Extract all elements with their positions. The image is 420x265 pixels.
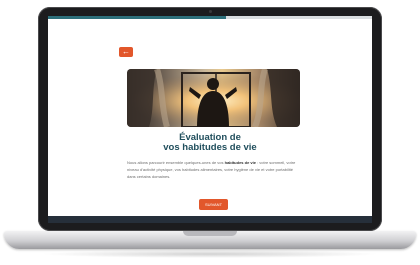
back-button[interactable]: ← bbox=[119, 47, 133, 57]
page-title-line-2: vos habitudes de vie bbox=[163, 142, 257, 153]
progress-fill bbox=[48, 16, 227, 19]
camera-icon bbox=[208, 10, 212, 13]
laptop-mockup: ← Évaluation de vos habitudes de vie Nou… bbox=[0, 0, 420, 265]
laptop-base bbox=[4, 231, 416, 249]
laptop-shadow bbox=[40, 250, 380, 258]
window-silhouette-image bbox=[127, 69, 300, 127]
intro-text-start: Nous allons parcourir ensemble quelques-… bbox=[127, 160, 225, 165]
app-screen: ← Évaluation de vos habitudes de vie Nou… bbox=[48, 16, 372, 223]
progress-bar bbox=[48, 16, 372, 19]
screen-footer-bar bbox=[48, 216, 372, 223]
hero-image bbox=[127, 69, 300, 127]
intro-text-highlight: habitudes de vie bbox=[224, 160, 256, 165]
arrow-left-icon: ← bbox=[122, 47, 130, 56]
intro-paragraph: Nous allons parcourir ensemble quelques-… bbox=[127, 159, 300, 180]
laptop-bezel: ← Évaluation de vos habitudes de vie Nou… bbox=[38, 7, 382, 231]
page-title: Évaluation de vos habitudes de vie bbox=[48, 133, 372, 153]
next-button[interactable]: SUIVANT bbox=[199, 199, 228, 210]
laptop-notch bbox=[183, 231, 237, 236]
